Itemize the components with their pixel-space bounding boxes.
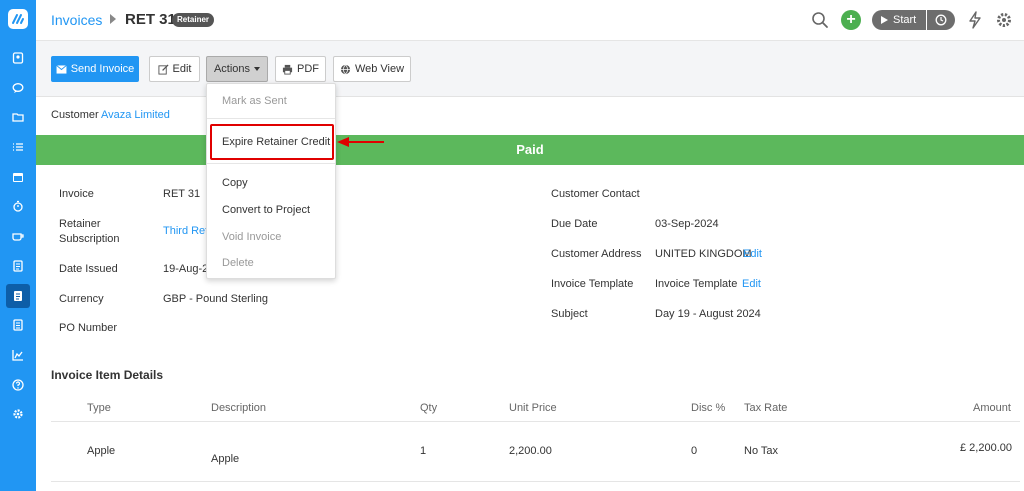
invoice-value: RET 31 xyxy=(163,188,201,200)
settings-icon[interactable] xyxy=(10,406,26,422)
due-date-label: Due Date xyxy=(551,218,598,230)
invoice-items-title: Invoice Item Details xyxy=(51,368,164,382)
caret-down-icon xyxy=(254,67,261,71)
cell-amount: £ 2,200.00 xyxy=(960,442,1012,454)
cell-description: Apple xyxy=(211,453,240,465)
col-tax-rate: Tax Rate xyxy=(744,402,788,414)
pdf-button[interactable]: PDF xyxy=(275,56,326,82)
menu-item-void-invoice[interactable]: Void Invoice xyxy=(222,231,281,243)
search-icon[interactable] xyxy=(811,11,829,29)
pdf-label: PDF xyxy=(297,63,319,75)
send-invoice-label: Send Invoice xyxy=(70,63,135,75)
breadcrumb-invoices-link[interactable]: Invoices xyxy=(51,12,102,28)
invoice-template-label: Invoice Template xyxy=(551,278,634,290)
estimates-icon[interactable] xyxy=(10,258,26,274)
edit-button[interactable]: Edit xyxy=(149,56,200,82)
edit-icon xyxy=(157,63,169,75)
retainer-subscription-link[interactable]: Third Ret xyxy=(163,225,208,237)
play-icon xyxy=(881,16,888,24)
start-label: Start xyxy=(893,14,917,26)
toolbar: Send Invoice Edit Actions PDF Web View xyxy=(36,41,1024,97)
add-new-button[interactable]: + xyxy=(841,10,861,30)
due-date-value: 03-Sep-2024 xyxy=(655,218,719,230)
tasks-icon[interactable] xyxy=(10,139,26,155)
table-row-divider xyxy=(51,481,1020,482)
gear-icon[interactable] xyxy=(995,11,1013,29)
cell-disc: 0 xyxy=(691,445,698,457)
customer-contact-label: Customer Contact xyxy=(551,188,640,200)
invoice-template-edit-link[interactable]: Edit xyxy=(742,278,761,290)
col-amount: Amount xyxy=(973,402,1011,414)
contacts-icon[interactable] xyxy=(10,50,26,66)
subscription-label: Subscription xyxy=(59,233,120,245)
customer-address-edit-link[interactable]: Edit xyxy=(743,248,762,260)
actions-dropdown-menu: Mark as Sent Expire Retainer Credit Copy… xyxy=(206,83,336,279)
menu-divider xyxy=(207,163,335,164)
po-number-label: PO Number xyxy=(59,322,118,334)
customer-label: Customer xyxy=(51,109,99,121)
col-unit-price: Unit Price xyxy=(509,402,557,414)
sidebar xyxy=(0,0,36,491)
invoice-template-value: Invoice Template xyxy=(655,278,738,290)
customer-row: Customer Avaza Limited xyxy=(36,97,1024,135)
col-description: Description xyxy=(211,402,267,414)
web-view-button[interactable]: Web View xyxy=(333,56,411,82)
retainer-badge: Retainer xyxy=(172,13,215,27)
calendar-icon[interactable] xyxy=(10,169,26,185)
status-banner: Paid xyxy=(36,135,1024,165)
col-qty: Qty xyxy=(420,402,438,414)
cell-tax-rate: No Tax xyxy=(744,445,779,457)
print-icon xyxy=(282,64,293,75)
cell-type: Apple xyxy=(87,445,116,457)
globe-icon xyxy=(340,64,351,75)
customer-address-value: UNITED KINGDOM xyxy=(655,248,752,260)
chat-icon[interactable] xyxy=(10,80,26,96)
clock-icon[interactable] xyxy=(927,10,955,30)
customer-address-label: Customer Address xyxy=(551,248,642,260)
retainer-label: Retainer xyxy=(59,218,101,230)
table-header-divider xyxy=(51,421,1020,422)
header: Invoices RET 31 Retainer + Start xyxy=(36,0,1024,41)
currency-label: Currency xyxy=(59,293,104,305)
envelope-icon xyxy=(55,64,67,74)
timer-icon[interactable] xyxy=(10,198,26,214)
breadcrumb-arrow-icon xyxy=(110,14,116,24)
folder-icon[interactable] xyxy=(10,109,26,125)
expenses-icon[interactable] xyxy=(10,228,26,244)
date-issued-label: Date Issued xyxy=(59,263,118,275)
page-title: RET 31 xyxy=(125,11,176,28)
edit-label: Edit xyxy=(172,63,192,75)
invoice-label: Invoice xyxy=(59,188,94,200)
annotation-highlight-box xyxy=(210,124,334,160)
cell-unit-price: 2,200.00 xyxy=(509,445,552,457)
cell-qty: 1 xyxy=(420,445,427,457)
currency-value: GBP - Pound Sterling xyxy=(163,293,268,305)
annotation-arrow-icon xyxy=(337,137,349,147)
start-timer-button[interactable]: Start xyxy=(872,10,926,30)
actions-label: Actions xyxy=(213,63,251,75)
subject-label: Subject xyxy=(551,308,588,320)
customer-link[interactable]: Avaza Limited xyxy=(101,109,170,121)
menu-item-copy[interactable]: Copy xyxy=(222,177,248,189)
menu-item-delete[interactable]: Delete xyxy=(222,257,254,269)
annotation-arrow-line xyxy=(348,141,384,143)
menu-divider xyxy=(207,118,335,119)
invoices-icon[interactable] xyxy=(6,284,30,308)
menu-item-mark-as-sent[interactable]: Mark as Sent xyxy=(222,95,287,107)
web-view-label: Web View xyxy=(354,63,405,75)
bills-icon[interactable] xyxy=(10,317,26,333)
reports-icon[interactable] xyxy=(10,347,26,363)
send-invoice-button[interactable]: Send Invoice xyxy=(51,56,139,82)
menu-item-convert-to-project[interactable]: Convert to Project xyxy=(222,204,310,216)
bolt-icon[interactable] xyxy=(968,11,982,29)
help-icon[interactable] xyxy=(10,377,26,393)
col-disc: Disc % xyxy=(691,402,726,414)
col-type: Type xyxy=(87,402,111,414)
logo-icon[interactable] xyxy=(8,9,28,29)
subject-value: Day 19 - August 2024 xyxy=(655,308,761,320)
actions-dropdown-button[interactable]: Actions xyxy=(206,56,268,82)
